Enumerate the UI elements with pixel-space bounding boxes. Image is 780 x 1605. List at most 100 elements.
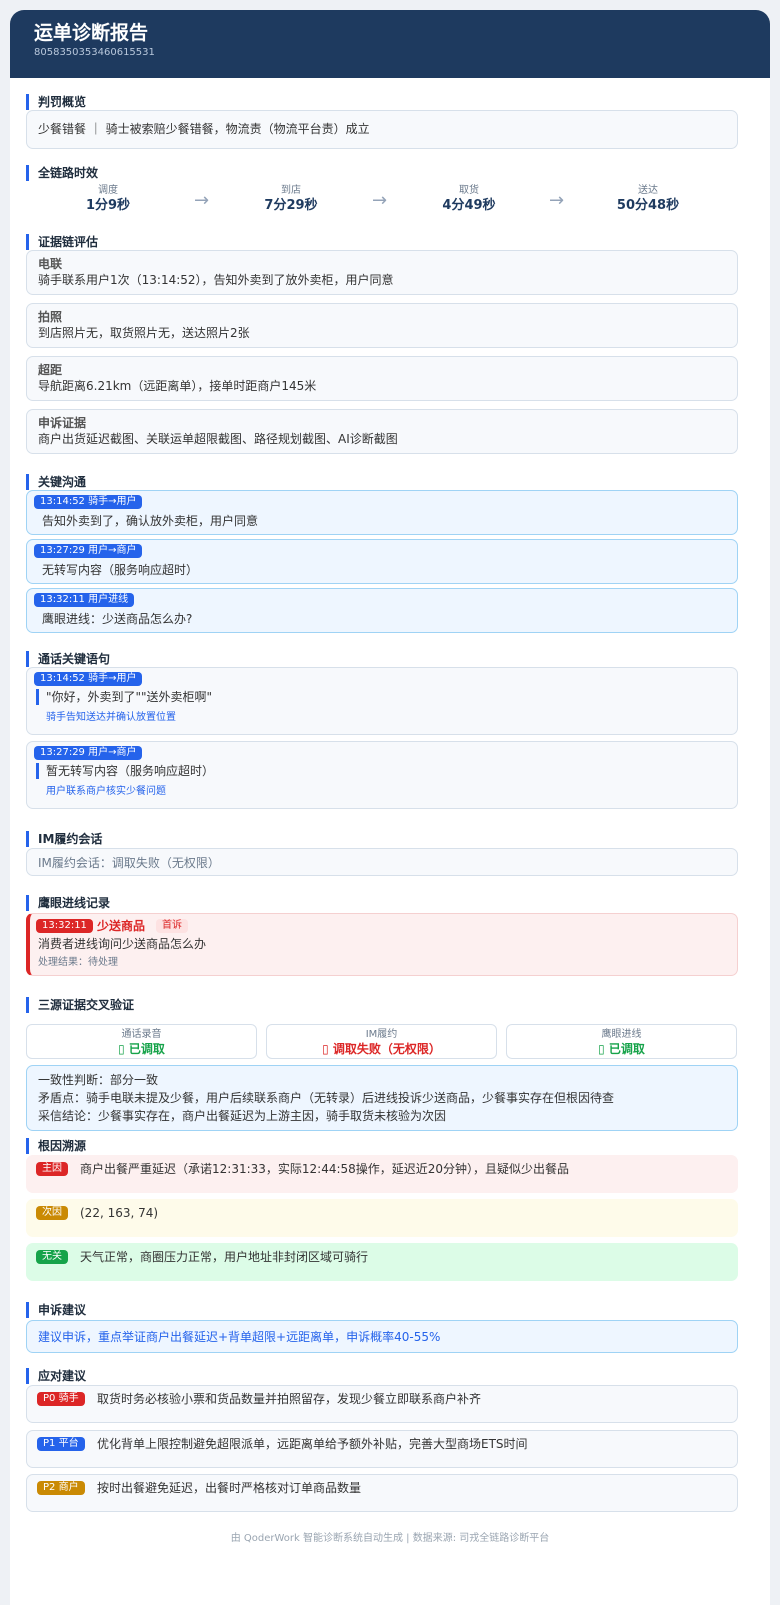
evidence-title: 超距 [38, 363, 63, 377]
comm-text: 无转写内容（服务响应超时） [42, 563, 199, 577]
timeline-step: 取货 4分49秒 [409, 184, 529, 214]
response-text: 取货时务必核验小票和货品数量并拍照留存，发现少餐立即联系商户补齐 [97, 1392, 482, 1406]
im-status-text: IM履约会话：调取失败（无权限） [38, 856, 220, 870]
evidence-text: 到店照片无，取货照片无，送达照片2张 [38, 326, 250, 340]
arrow-right-icon: → [194, 190, 210, 211]
eagle-record: 13:32:11 少送商品 首诉 消费者进线询问少送商品怎么办 处理结果：待处理 [26, 913, 738, 976]
root-cause-secondary: 次因 (22, 163, 74) [26, 1199, 738, 1237]
consistency-text: 一致性判断：部分一致 [38, 1073, 159, 1087]
priority-tag: P1 平台 [37, 1437, 85, 1451]
conclusion-text: 采信结论：少餐事实存在，商户出餐延迟为上游主因，骑手取货未核验为次因 [38, 1109, 447, 1123]
call-quote-note: 用户联系商户核实少餐问题 [46, 786, 166, 797]
call-quote-text: "你好，外卖到了""送外卖柜啊" [36, 689, 212, 705]
section-call-title: 通话关键语句 [26, 651, 110, 667]
eagle-time-tag: 13:32:11 [36, 919, 93, 933]
penalty-text: 少餐错餐 ｜ 骑士被索赔少餐错餐，物流责（物流平台责）成立 [38, 122, 370, 136]
eagle-type: 少送商品 [97, 919, 146, 933]
timeline-step-value: 4分49秒 [442, 198, 496, 213]
source-status: ▯ 已调取 [598, 1042, 645, 1056]
call-quote-item: 13:14:52 骑手→用户 "你好，外卖到了""送外卖柜啊" 骑手告知送达并确… [26, 667, 738, 735]
call-time-tag: 13:14:52 骑手→用户 [34, 672, 143, 686]
comm-text: 鹰眼进线：少送商品怎么办? [42, 612, 193, 626]
call-quote-item: 13:27:29 用户→商户 暂无转写内容（服务响应超时） 用户联系商户核实少餐… [26, 741, 738, 809]
source-card-eagle: 鹰眼进线 ▯ 已调取 [506, 1024, 737, 1059]
timeline-step-label: 送达 [638, 185, 658, 196]
cross-conclusion-box: 一致性判断：部分一致 矛盾点：骑手电联未提及少餐，用户后续联系商户（无转录）后进… [26, 1065, 738, 1131]
timing-timeline: 调度 1分9秒 → 到店 7分29秒 → 取货 4分49秒 → 送达 50分48… [26, 184, 738, 218]
evidence-item: 拍照 到店照片无，取货照片无，送达照片2张 [26, 303, 738, 348]
call-time-tag: 13:27:29 用户→商户 [34, 746, 143, 760]
section-appeal-title: 申诉建议 [26, 1302, 86, 1318]
timeline-step-label: 到店 [281, 185, 301, 196]
section-timing-title: 全链路时效 [26, 165, 98, 181]
timeline-step-label: 取货 [459, 185, 479, 196]
evidence-title: 拍照 [38, 310, 63, 324]
root-text: 天气正常，商圈压力正常，用户地址非封闭区域可骑行 [80, 1250, 369, 1264]
section-key-comm-title: 关键沟通 [26, 474, 86, 490]
comm-text: 告知外卖到了，确认放外卖柜，用户同意 [42, 514, 259, 528]
evidence-text: 骑手联系用户1次（13:14:52），告知外卖到了放外卖柜，用户同意 [38, 273, 394, 287]
root-text: 商户出餐严重延迟（承诺12:31:33，实际12:44:58操作，延迟近20分钟… [80, 1162, 570, 1176]
section-cross-title: 三源证据交叉验证 [26, 997, 134, 1013]
source-status: ▯ 已调取 [118, 1042, 165, 1056]
source-label: 通话录音 [121, 1029, 162, 1040]
response-item-p1: P1 平台 优化背单上限控制避免超限派单，远距离单给予额外补贴，完善大型商场ET… [26, 1430, 738, 1468]
timeline-step-value: 50分48秒 [616, 198, 680, 213]
evidence-item: 电联 骑手联系用户1次（13:14:52），告知外卖到了放外卖柜，用户同意 [26, 250, 738, 295]
evidence-text: 导航距离6.21km（远距离单），接单时距商户145米 [38, 379, 317, 393]
timeline-step-label: 调度 [98, 185, 118, 196]
comm-item: 13:27:29 用户→商户 无转写内容（服务响应超时） [26, 539, 738, 584]
report-header: 运单诊断报告 8058350353460615531 [10, 10, 770, 78]
page-title: 运单诊断报告 [34, 22, 149, 44]
appeal-text: 建议申诉，重点举证商户出餐延迟+背单超限+远距离单，申诉概率40-55% [38, 1330, 441, 1344]
order-id: 8058350353460615531 [34, 47, 155, 58]
section-response-title: 应对建议 [26, 1368, 86, 1384]
root-cause-unrelated: 无关 天气正常，商圈压力正常，用户地址非封闭区域可骑行 [26, 1243, 738, 1281]
section-evidence-title: 证据链评估 [26, 234, 98, 250]
evidence-title: 电联 [38, 257, 63, 271]
section-im-title: IM履约会话 [26, 831, 102, 847]
evidence-title: 申诉证据 [38, 416, 87, 430]
response-item-p2: P2 商户 按时出餐避免延迟，出餐时严格核对订单商品数量 [26, 1474, 738, 1512]
comm-time-tag: 13:32:11 用户进线 [34, 593, 135, 607]
evidence-item: 申诉证据 商户出货延迟截图、关联运单超限截图、路径规划截图、AI诊断截图 [26, 409, 738, 454]
response-text: 按时出餐避免延迟，出餐时严格核对订单商品数量 [97, 1481, 362, 1495]
eagle-result: 处理结果：待处理 [38, 957, 118, 968]
response-text: 优化背单上限控制避免超限派单，远距离单给予额外补贴，完善大型商场ETS时间 [97, 1437, 528, 1451]
root-tag: 次因 [36, 1206, 68, 1220]
penalty-box: 少餐错餐 ｜ 骑士被索赔少餐错餐，物流责（物流平台责）成立 [26, 110, 738, 149]
eagle-desc: 消费者进线询问少送商品怎么办 [38, 937, 207, 951]
call-quote-text: 暂无转写内容（服务响应超时） [36, 763, 214, 779]
section-eagle-title: 鹰眼进线记录 [26, 895, 110, 911]
timeline-step-value: 1分9秒 [85, 198, 131, 213]
section-root-title: 根因溯源 [26, 1138, 86, 1154]
timeline-step: 到店 7分29秒 [231, 184, 351, 214]
response-item-p0: P0 骑手 取货时务必核验小票和货品数量并拍照留存，发现少餐立即联系商户补齐 [26, 1385, 738, 1423]
conflict-text: 矛盾点：骑手电联未提及少餐，用户后续联系商户（无转录）后进线投诉少送商品，少餐事… [38, 1091, 615, 1105]
timeline-step: 送达 50分48秒 [588, 184, 708, 214]
priority-tag: P2 商户 [37, 1481, 85, 1495]
eagle-badge: 首诉 [156, 919, 188, 933]
source-label: IM履约 [365, 1029, 398, 1040]
section-penalty-title: 判罚概览 [26, 94, 86, 110]
source-card-call: 通话录音 ▯ 已调取 [26, 1024, 257, 1059]
evidence-text: 商户出货延迟截图、关联运单超限截图、路径规划截图、AI诊断截图 [38, 432, 398, 446]
im-box: IM履约会话：调取失败（无权限） [26, 848, 738, 876]
root-tag: 无关 [36, 1250, 68, 1264]
arrow-right-icon: → [372, 190, 388, 211]
source-status: ▯ 调取失败（无权限） [322, 1042, 441, 1056]
timeline-step: 调度 1分9秒 [48, 184, 168, 214]
arrow-right-icon: → [549, 190, 565, 211]
comm-item: 13:14:52 骑手→用户 告知外卖到了，确认放外卖柜，用户同意 [26, 490, 738, 535]
root-cause-main: 主因 商户出餐严重延迟（承诺12:31:33，实际12:44:58操作，延迟近2… [26, 1155, 738, 1193]
source-card-im: IM履约 ▯ 调取失败（无权限） [266, 1024, 497, 1059]
call-quote-note: 骑手告知送达并确认放置位置 [46, 712, 176, 723]
footer-text: 由 QoderWork 智能诊断系统自动生成 | 数据来源: 司戎全链路诊断平台 [230, 1533, 550, 1544]
comm-item: 13:32:11 用户进线 鹰眼进线：少送商品怎么办? [26, 588, 738, 633]
comm-time-tag: 13:27:29 用户→商户 [34, 544, 143, 558]
comm-time-tag: 13:14:52 骑手→用户 [34, 495, 143, 509]
report-card: 运单诊断报告 8058350353460615531 判罚概览 少餐错餐 ｜ 骑… [10, 10, 770, 1605]
source-label: 鹰眼进线 [601, 1029, 642, 1040]
priority-tag: P0 骑手 [37, 1392, 85, 1406]
root-tag: 主因 [36, 1162, 68, 1176]
